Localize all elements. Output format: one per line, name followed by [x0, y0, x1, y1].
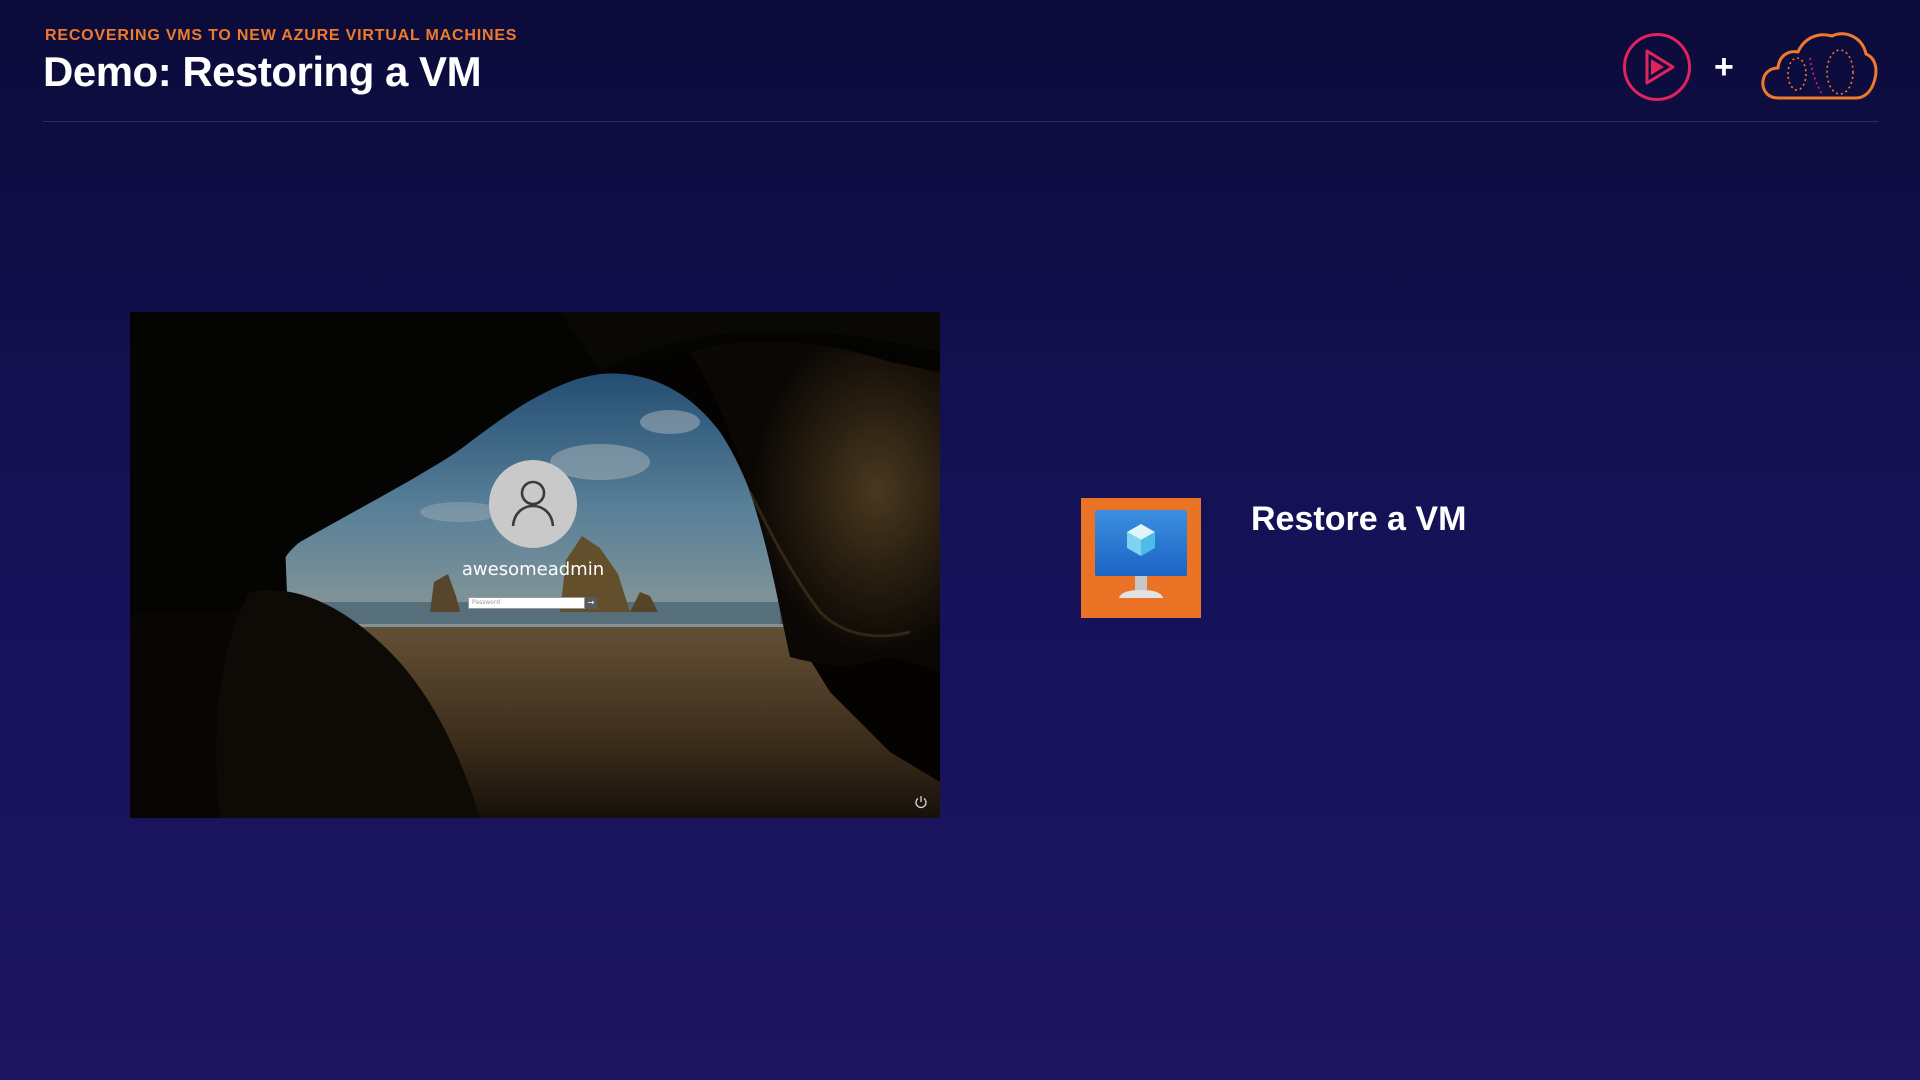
play-logo-icon: [1623, 33, 1691, 101]
password-field[interactable]: Password: [468, 597, 585, 609]
plus-sign: +: [1714, 48, 1734, 86]
login-username: awesomeadmin: [461, 559, 605, 580]
password-submit-button[interactable]: →: [585, 597, 597, 609]
section-eyebrow: RECOVERING VMS TO NEW AZURE VIRTUAL MACH…: [45, 27, 518, 44]
vm-login-screenshot: awesomeadmin Password →: [130, 312, 940, 818]
user-avatar-icon: [489, 460, 577, 548]
cloud-logo-icon: [1761, 32, 1878, 100]
slide-title: Demo: Restoring a VM: [43, 48, 482, 95]
virtual-machine-icon: [1081, 498, 1201, 618]
power-icon[interactable]: [914, 795, 928, 809]
slide-header: RECOVERING VMS TO NEW AZURE VIRTUAL MACH…: [0, 0, 1920, 122]
header-divider: [43, 121, 1878, 122]
step-heading: Restore a VM: [1251, 500, 1467, 538]
